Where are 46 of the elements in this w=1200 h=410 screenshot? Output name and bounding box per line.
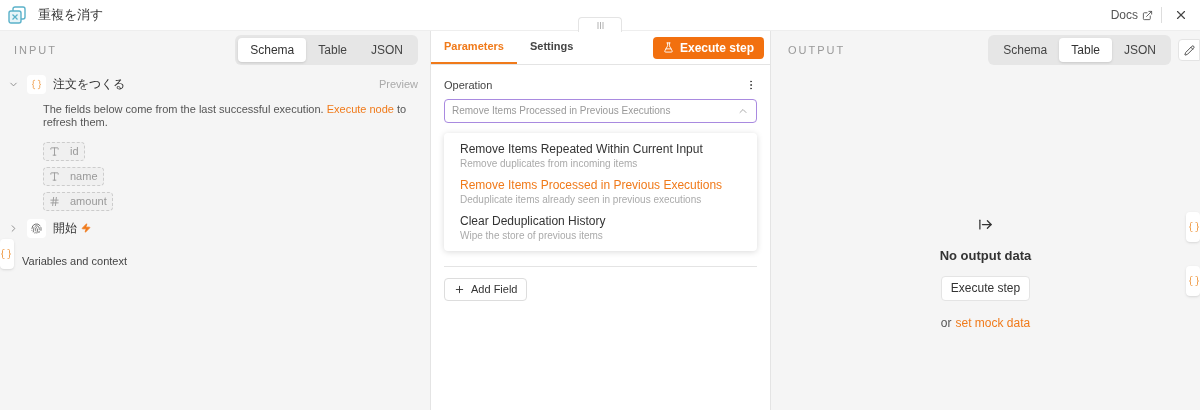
text-type-icon — [49, 146, 60, 157]
braces-icon — [1188, 221, 1200, 233]
braces-icon — [31, 78, 42, 90]
side-tab[interactable] — [1186, 212, 1200, 242]
variables-label[interactable]: Variables and context — [22, 253, 418, 270]
close-icon[interactable] — [1174, 8, 1188, 22]
field-name: name — [70, 169, 98, 185]
view-tab[interactable]: Schema — [238, 38, 307, 62]
field-name: amount — [70, 194, 107, 210]
side-tab[interactable] — [1186, 266, 1200, 296]
empty-title: No output data — [939, 247, 1032, 265]
view-tab[interactable]: Table — [306, 38, 359, 62]
external-link-icon — [1142, 9, 1153, 21]
pencil-icon — [1183, 44, 1195, 56]
grip-icon — [596, 21, 604, 29]
view-tab[interactable]: JSON — [1112, 38, 1168, 62]
execute-step-button[interactable]: Execute step — [940, 275, 1031, 301]
window-title: 重複を消す — [38, 6, 103, 25]
fingerprint-icon — [31, 222, 42, 234]
flask-icon — [662, 42, 674, 53]
field-label: Operation — [444, 78, 493, 93]
panel-label: INPUT — [14, 42, 57, 58]
view-tab[interactable]: JSON — [359, 38, 415, 62]
text-type-icon — [49, 171, 60, 182]
docs-link[interactable]: Docs — [1110, 6, 1153, 24]
node-name[interactable]: 注文をつくる — [53, 75, 125, 93]
view-tab[interactable]: Table — [1059, 38, 1112, 62]
node-name[interactable]: 開始 — [53, 219, 77, 237]
braces-icon — [1188, 275, 1200, 287]
side-tab[interactable] — [0, 239, 14, 269]
panel-tab[interactable]: Settings — [516, 31, 587, 64]
panel-label: OUTPUT — [788, 42, 846, 58]
node-logo-icon — [8, 6, 26, 24]
schema-notice: The fields below come from the last successful execution. Execute node to refresh them. — [43, 103, 408, 129]
plus-icon — [454, 283, 465, 295]
dropdown-option[interactable]: Remove Items Repeated Within Current Input Remove duplicates from incoming items — [444, 137, 757, 174]
or-text: or — [940, 314, 952, 332]
dropdown-option[interactable]: Clear Deduplication History Wipe the store of previous items — [444, 209, 757, 246]
add-field-button[interactable]: Add Field — [444, 277, 528, 301]
braces-icon — [0, 248, 12, 260]
hash-icon — [49, 196, 60, 207]
edit-button[interactable] — [1178, 39, 1200, 61]
field-name: id — [70, 144, 79, 160]
drag-handle[interactable] — [578, 17, 622, 32]
view-tab[interactable]: Schema — [991, 38, 1060, 62]
preview-label: Preview — [378, 76, 418, 92]
